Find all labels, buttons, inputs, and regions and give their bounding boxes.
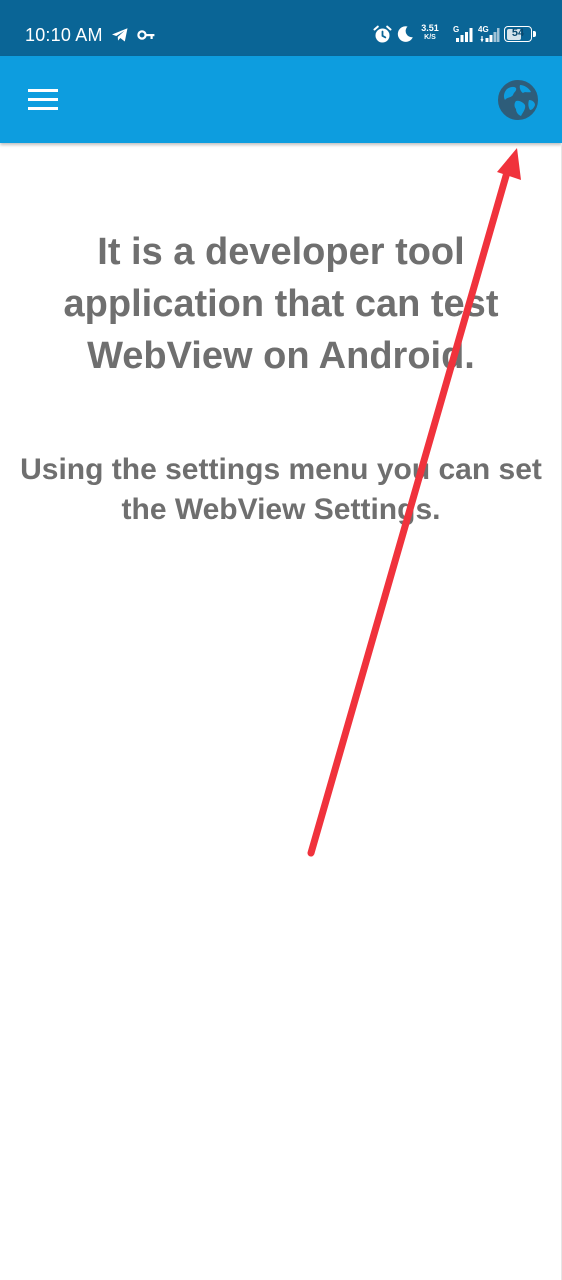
moon-icon <box>397 26 413 42</box>
telegram-icon <box>112 28 128 42</box>
network-speed: 3.51 K/S <box>419 23 441 42</box>
menu-bar-top <box>28 89 58 92</box>
intro-headline: It is a developer tool application that … <box>63 231 499 377</box>
settings-hint: Using the settings menu you can set the … <box>20 453 542 526</box>
app-bar <box>0 56 562 143</box>
status-time: 10:10 AM <box>25 25 103 45</box>
battery-icon: 54 <box>504 26 532 42</box>
signal-icon <box>480 28 500 43</box>
key-icon <box>137 30 155 40</box>
status-bar: 10:10 AM 3.51 K/S G 4G 54 <box>0 0 562 56</box>
menu-bar-bottom <box>28 107 58 110</box>
globe-button[interactable] <box>492 74 544 126</box>
alarm-icon <box>373 25 392 43</box>
network-speed-value: 3.51 <box>421 23 439 33</box>
hamburger-menu-button[interactable] <box>18 74 70 126</box>
network-speed-unit: K/S <box>424 34 436 41</box>
globe-icon <box>498 80 538 120</box>
signal-icon <box>456 28 473 42</box>
battery-tip <box>533 31 536 37</box>
menu-bar-middle <box>28 98 58 101</box>
battery-level: 54 <box>511 27 525 39</box>
webview-content: It is a developer tool application that … <box>0 143 562 1280</box>
